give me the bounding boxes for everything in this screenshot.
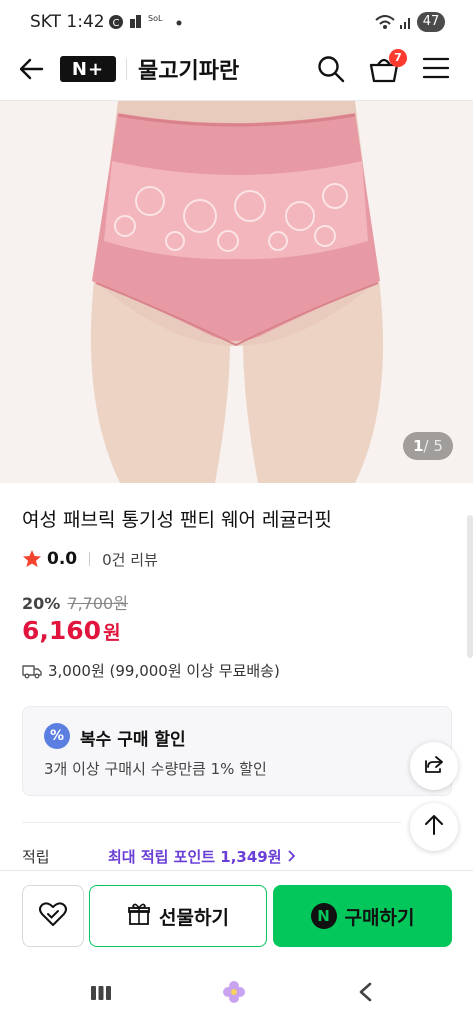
image-counter-total: / 5 xyxy=(423,437,443,455)
header-divider xyxy=(126,58,127,80)
battery-indicator: 47 xyxy=(417,12,445,32)
image-counter-current: 1 xyxy=(413,437,424,455)
back-arrow-icon[interactable] xyxy=(18,55,46,87)
chevron-right-icon xyxy=(287,848,297,866)
naver-plus-logo[interactable]: N+ xyxy=(60,56,116,82)
rating-divider xyxy=(89,552,91,566)
arrow-up-icon xyxy=(423,814,445,840)
original-price-row: 20% 7,700원 xyxy=(22,590,128,614)
scroll-indicator[interactable] xyxy=(467,515,473,658)
naver-pay-icon: N xyxy=(310,903,337,929)
share-icon xyxy=(422,752,446,780)
menu-icon[interactable] xyxy=(422,56,450,84)
section-divider xyxy=(22,822,402,823)
buy-button[interactable]: N 구매하기 xyxy=(273,885,452,947)
cart-count-badge: 7 xyxy=(389,49,407,67)
home-flower-icon[interactable] xyxy=(222,980,246,1008)
wifi-signal-icon xyxy=(374,13,414,35)
search-icon[interactable] xyxy=(316,54,346,88)
gift-button-label: 선물하기 xyxy=(159,906,229,929)
original-price: 7,700원 xyxy=(67,594,128,613)
shipping-info: 3,000원 (99,000원 이상 무료배송) xyxy=(22,660,280,681)
svg-text:SoL: SoL xyxy=(148,14,163,23)
rating-row[interactable]: 0.0 0건 리뷰 xyxy=(22,548,158,570)
sale-price-number: 6,160 xyxy=(22,616,102,645)
gift-icon xyxy=(127,902,151,931)
status-app-icons: C SoL xyxy=(108,12,188,38)
points-value-text: 최대 적립 포인트 1,349원 xyxy=(108,848,282,866)
points-value[interactable]: 최대 적립 포인트 1,349원 xyxy=(108,846,297,867)
sale-price-unit: 원 xyxy=(103,622,121,644)
scroll-top-button[interactable] xyxy=(410,803,458,851)
wishlist-button[interactable] xyxy=(22,885,84,947)
heart-icon xyxy=(38,900,68,933)
truck-icon xyxy=(22,663,42,679)
rating-value: 0.0 xyxy=(47,549,78,569)
back-nav-icon[interactable] xyxy=(356,982,374,1006)
store-name[interactable]: 물고기파란 xyxy=(138,53,239,85)
points-label: 적립 xyxy=(22,848,50,866)
discount-icon: % xyxy=(44,723,70,749)
recent-apps-icon[interactable] xyxy=(90,984,112,1006)
product-title: 여성 패브릭 통기성 팬티 웨어 레귤러핏 xyxy=(22,509,332,531)
shipping-text: 3,000원 (99,000원 이상 무료배송) xyxy=(48,662,280,680)
discount-rate: 20% xyxy=(22,594,61,613)
product-image[interactable] xyxy=(0,101,473,483)
sale-price: 6,160 원 xyxy=(22,616,121,645)
status-time: SKT 1:42 xyxy=(30,12,105,32)
share-button[interactable] xyxy=(410,742,458,790)
image-counter: 1/ 5 xyxy=(403,432,453,460)
review-count[interactable]: 0건 리뷰 xyxy=(102,549,158,570)
bulk-discount-card[interactable] xyxy=(22,706,452,796)
gift-button[interactable]: 선물하기 xyxy=(89,885,267,947)
promo-description: 3개 이상 구매시 수량만큼 1% 할인 xyxy=(44,760,267,778)
buy-button-label: 구매하기 xyxy=(344,906,415,929)
svg-text:C: C xyxy=(113,18,120,29)
status-bar: SKT 1:42 C SoL 47 xyxy=(0,0,473,44)
star-icon xyxy=(22,549,42,569)
promo-title: 복수 구매 할인 xyxy=(80,730,186,750)
